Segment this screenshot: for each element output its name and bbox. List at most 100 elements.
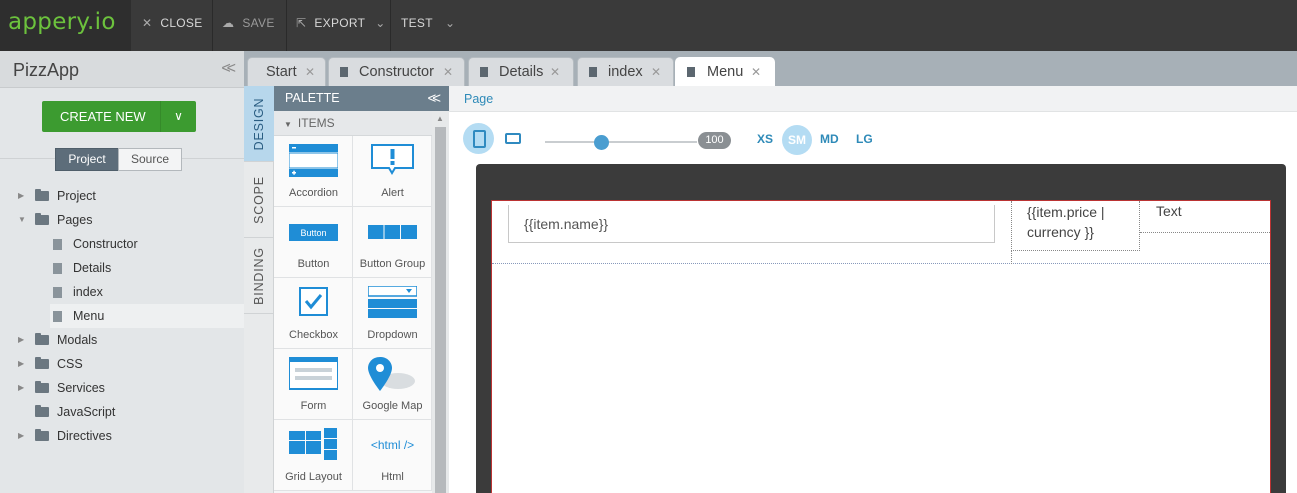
tablet-device-icon[interactable] — [505, 133, 521, 144]
page-icon — [687, 67, 695, 77]
tree-item-directives[interactable]: ▶ Directives — [18, 424, 244, 448]
project-toggle[interactable]: Project — [55, 148, 119, 171]
breadcrumb-page[interactable]: Page — [464, 92, 493, 106]
tree-item-css[interactable]: ▶ CSS — [18, 352, 244, 376]
close-tab-icon[interactable]: ✕ — [550, 58, 560, 86]
scroll-up-icon[interactable]: ▲ — [436, 114, 444, 123]
page-icon — [53, 287, 62, 298]
device-frame: {{item.name}} {{item.price | currency }}… — [476, 164, 1286, 493]
page-icon — [53, 311, 62, 322]
list-item-row[interactable]: {{item.name}} {{item.price | currency }}… — [492, 201, 1270, 264]
folder-icon — [35, 429, 49, 441]
zoom-slider-handle[interactable] — [594, 135, 609, 150]
expand-arrow-icon[interactable]: ▶ — [18, 376, 30, 400]
breakpoint-sm[interactable]: SM — [782, 125, 812, 155]
palette-item-form[interactable]: Form — [274, 349, 353, 420]
html-icon: <html /> — [371, 438, 414, 452]
tab-scope[interactable]: SCOPE — [244, 162, 274, 238]
folder-icon — [35, 405, 49, 417]
app-name: PizzApp — [13, 60, 80, 80]
tab-start[interactable]: Start ✕ — [247, 57, 326, 86]
side-tabs: DESIGN SCOPE BINDING — [244, 86, 274, 493]
tab-constructor[interactable]: Constructor ✕ — [328, 57, 465, 86]
folder-icon — [35, 333, 49, 345]
palette-section-items[interactable]: ▼ ITEMS — [274, 111, 432, 136]
breadcrumb: Page — [449, 86, 1297, 112]
appery-logo[interactable]: appery.io — [0, 0, 131, 51]
export-icon: ⇱ — [296, 16, 307, 30]
tab-binding[interactable]: BINDING — [244, 238, 274, 314]
expand-arrow-icon[interactable]: ▶ — [18, 424, 30, 448]
palette-item-button[interactable]: Button Button — [274, 207, 353, 278]
page-icon — [53, 239, 62, 250]
text-label[interactable]: Text — [1140, 201, 1270, 233]
expand-arrow-icon[interactable]: ▶ — [18, 352, 30, 376]
test-dropdown-button[interactable]: ⌄ — [445, 0, 463, 51]
expand-arrow-icon[interactable]: ▶ — [18, 184, 30, 208]
palette-scrollbar[interactable]: ▲ — [432, 111, 449, 493]
expand-arrow-icon[interactable]: ▶ — [18, 328, 30, 352]
palette-item-dropdown[interactable]: Dropdown — [353, 278, 432, 349]
phone-device-icon[interactable] — [463, 123, 494, 154]
tab-details[interactable]: Details ✕ — [468, 57, 574, 86]
create-new-button[interactable]: CREATE NEW ∨ — [42, 101, 196, 132]
breakpoint-lg[interactable]: LG — [856, 132, 873, 146]
page-icon — [340, 67, 348, 77]
close-button[interactable]: ✕ CLOSE — [142, 0, 203, 51]
tree-item-pages[interactable]: ▼ Pages — [18, 208, 244, 232]
tree-item-constructor[interactable]: Constructor — [50, 232, 244, 256]
palette-item-google-map[interactable]: Google Map — [353, 349, 432, 420]
item-name-input[interactable]: {{item.name}} — [508, 205, 995, 243]
palette-item-alert[interactable]: Alert — [353, 136, 432, 207]
alert-icon — [371, 144, 414, 175]
tree-item-index[interactable]: index — [50, 280, 244, 304]
palette-item-grid-layout[interactable]: Grid Layout — [274, 420, 353, 491]
palette-item-html[interactable]: <html /> Html — [353, 420, 432, 491]
tree-item-project[interactable]: ▶ Project — [18, 184, 244, 208]
tree-item-modals[interactable]: ▶ Modals — [18, 328, 244, 352]
tree-item-javascript[interactable]: JavaScript — [18, 400, 244, 424]
page-screen[interactable]: {{item.name}} {{item.price | currency }}… — [491, 200, 1271, 493]
save-button[interactable]: ☁ SAVE — [222, 0, 275, 51]
map-pin-icon — [368, 357, 415, 391]
chevron-down-icon: ⌄ — [445, 16, 456, 30]
collapse-arrow-icon[interactable]: ▼ — [18, 208, 30, 232]
chevron-down-icon: ⌄ — [375, 16, 386, 30]
zoom-slider[interactable] — [545, 141, 697, 143]
tree-item-menu[interactable]: Menu — [50, 304, 244, 328]
tab-index[interactable]: index ✕ — [577, 57, 674, 86]
tab-design[interactable]: DESIGN — [244, 86, 274, 162]
palette-item-button-group[interactable]: Button Group — [353, 207, 432, 278]
folder-icon — [35, 357, 49, 369]
close-tab-icon[interactable]: ✕ — [651, 58, 661, 86]
palette-item-checkbox[interactable]: Checkbox — [274, 278, 353, 349]
breakpoint-xs[interactable]: XS — [757, 132, 773, 146]
tree-item-details[interactable]: Details — [50, 256, 244, 280]
design-canvas: Page 100 XS SM MD LG {{item.name}} {{ite… — [449, 86, 1297, 493]
form-icon — [289, 357, 338, 390]
palette-grid: Accordion Alert Button Button Button Gro… — [274, 136, 432, 493]
breakpoint-md[interactable]: MD — [820, 132, 839, 146]
export-button[interactable]: ⇱ EXPORT ⌄ — [296, 0, 394, 51]
page-icon — [53, 263, 62, 274]
close-tab-icon[interactable]: ✕ — [751, 58, 761, 86]
app-title-bar: PizzApp << — [0, 51, 244, 88]
close-icon: ✕ — [142, 16, 153, 30]
price-label[interactable]: {{item.price | currency }} — [1011, 201, 1140, 251]
component-palette: PALETTE << ▼ ITEMS Accordion Alert Button — [274, 86, 449, 493]
close-tab-icon[interactable]: ✕ — [305, 58, 315, 86]
source-toggle[interactable]: Source — [118, 148, 182, 171]
scrollbar-thumb[interactable] — [435, 127, 446, 493]
chevron-down-icon[interactable]: ∨ — [160, 101, 196, 132]
palette-item-accordion[interactable]: Accordion — [274, 136, 353, 207]
tab-menu[interactable]: Menu ✕ — [675, 57, 775, 86]
tree-item-services[interactable]: ▶ Services — [18, 376, 244, 400]
close-tab-icon[interactable]: ✕ — [443, 58, 453, 86]
project-sidebar: PizzApp << CREATE NEW ∨ Project Source ▶… — [0, 51, 244, 493]
collapse-arrow-icon: ▼ — [284, 120, 292, 129]
collapse-palette-icon[interactable]: << — [427, 86, 440, 111]
svg-text:<html />: <html /> — [371, 438, 414, 452]
dropdown-icon — [368, 286, 417, 318]
test-button[interactable]: TEST — [401, 0, 433, 51]
collapse-sidebar-icon[interactable]: << — [221, 60, 236, 78]
